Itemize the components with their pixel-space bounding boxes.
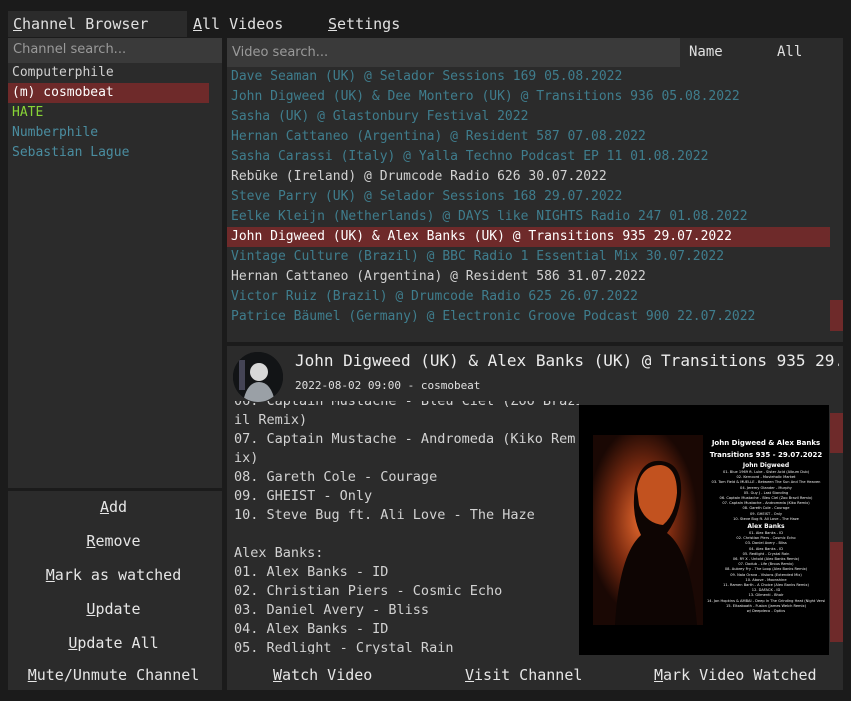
visit-channel-button[interactable]: Visit Channel	[465, 664, 582, 686]
video-list-item[interactable]: Vintage Culture (Brazil) @ BBC Radio 1 E…	[227, 247, 830, 267]
update-button[interactable]: Update	[8, 598, 219, 620]
video-list-item[interactable]: Victor Ruiz (Brazil) @ Drumcode Radio 62…	[227, 287, 830, 307]
video-list-scrollbar[interactable]	[830, 300, 843, 331]
video-detail-panel: John Digweed (UK) & Alex Banks (UK) @ Tr…	[227, 346, 843, 690]
button-accel: V	[465, 666, 475, 684]
remove-button[interactable]: Remove	[8, 530, 219, 552]
channel-list-item[interactable]: Computerphile	[8, 63, 222, 83]
add-button[interactable]: Add	[8, 496, 219, 518]
tab-accel: S	[328, 15, 338, 33]
tab-all-videos[interactable]: All Videos	[193, 11, 283, 37]
video-list-item[interactable]: Hernan Cattaneo (Argentina) @ Resident 5…	[227, 127, 830, 147]
channel-search-input[interactable]: Channel search...	[8, 38, 222, 63]
video-list-item[interactable]: Hernan Cattaneo (Argentina) @ Resident 5…	[227, 267, 830, 287]
watch-video-button[interactable]: Watch Video	[273, 664, 372, 686]
button-label: ark as watched	[54, 566, 182, 584]
channel-list-item[interactable]: HATE	[8, 103, 222, 123]
button-accel: W	[273, 666, 283, 684]
button-label: pdate	[95, 600, 141, 618]
mute-unmute-channel-button[interactable]: Mute/Unmute Channel	[8, 664, 219, 686]
tab-accel: C	[13, 15, 23, 33]
update-all-button[interactable]: Update All	[8, 632, 219, 654]
video-list-panel: Video search... Name All Dave Seaman (UK…	[227, 38, 843, 342]
tab-settings[interactable]: Settings	[328, 11, 400, 37]
button-label: emove	[95, 532, 141, 550]
channel-actions: Add Remove Mark as watched Update Update All…	[8, 491, 222, 690]
video-list-item[interactable]: Rebūke (Ireland) @ Drumcode Radio 626 30…	[227, 167, 830, 187]
channel-list-item[interactable]: (m) cosmobeat	[8, 83, 209, 103]
button-label: ark Video Watched	[663, 666, 817, 684]
sort-name-dropdown[interactable]: Name	[689, 38, 723, 67]
button-accel: M	[27, 666, 37, 684]
tab-label: ll Videos	[202, 15, 284, 33]
filter-all-dropdown[interactable]: All	[777, 38, 802, 67]
video-list-item[interactable]: John Digweed (UK) & Dee Montero (UK) @ T…	[227, 87, 830, 107]
button-label: pdate All	[77, 634, 159, 652]
video-list-item[interactable]: Sasha (UK) @ Glastonbury Festival 2022	[227, 107, 830, 127]
tab-channel-browser[interactable]: Channel Browser	[8, 11, 187, 37]
mark-video-watched-button[interactable]: Mark Video Watched	[654, 664, 817, 686]
tab-accel: A	[193, 15, 203, 33]
button-label: atch Video	[282, 666, 373, 684]
video-list-item[interactable]: Sasha Carassi (Italy) @ Yalla Techno Pod…	[227, 147, 830, 167]
mark-as-watched-button[interactable]: Mark as watched	[8, 564, 219, 586]
video-search-input[interactable]: Video search...	[227, 38, 680, 67]
video-list-item[interactable]: Patrice Bäumel (Germany) @ Electronic Gr…	[227, 307, 830, 327]
video-list-item[interactable]: John Digweed (UK) & Alex Banks (UK) @ Tr…	[227, 227, 830, 247]
video-list-item[interactable]: Steve Parry (UK) @ Selador Sessions 168 …	[227, 187, 830, 207]
channel-list-panel: Channel search... Computerphile (m) cosmo…	[8, 38, 222, 488]
button-label: ute/Unmute Channel	[36, 666, 200, 684]
video-actions: Watch Video Visit Channel Mark Video Watch…	[227, 346, 843, 690]
button-accel: A	[99, 498, 109, 516]
button-accel: M	[45, 566, 55, 584]
button-label: isit Channel	[474, 666, 583, 684]
video-list-item[interactable]: Dave Seaman (UK) @ Selador Sessions 169 …	[227, 67, 830, 87]
channel-list-item[interactable]: Sebastian Lague	[8, 143, 222, 163]
channel-actions-panel: Add Remove Mark as watched Update Update All…	[8, 491, 222, 690]
button-accel: M	[654, 666, 664, 684]
tab-label: ettings	[337, 15, 401, 33]
channel-list-item[interactable]: Numberphile	[8, 123, 222, 143]
tab-label: hannel Browser	[22, 15, 149, 33]
button-label: dd	[108, 498, 128, 516]
video-list-item[interactable]: Eelke Kleijn (Netherlands) @ DAYS like N…	[227, 207, 830, 227]
